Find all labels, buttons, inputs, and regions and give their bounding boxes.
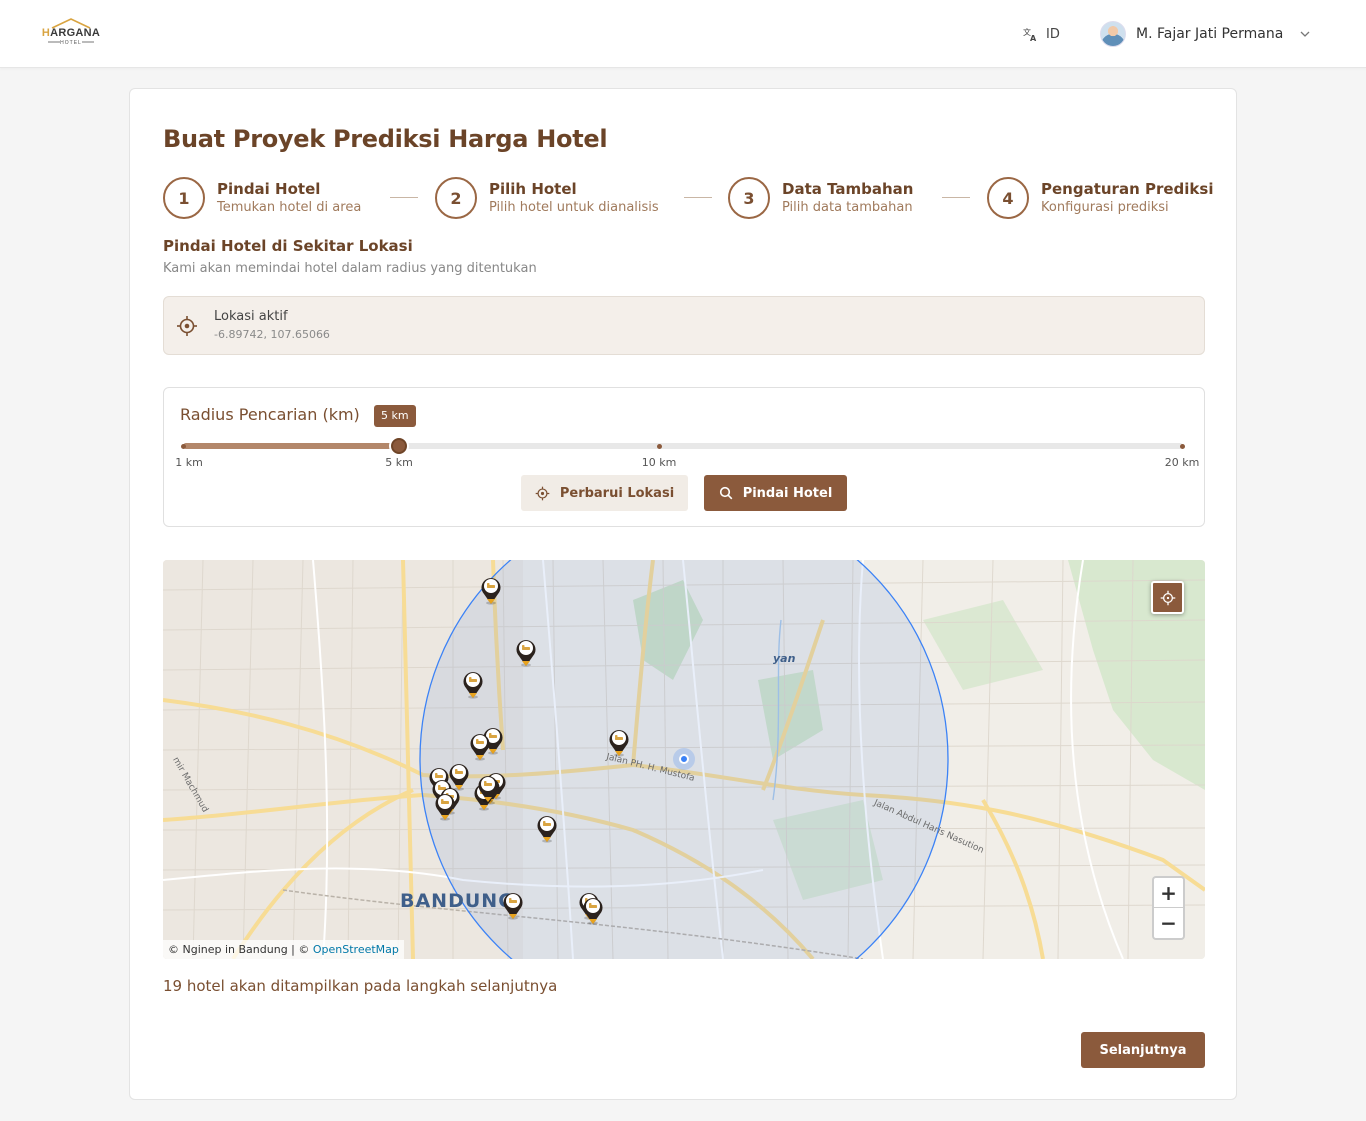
crosshair-icon: [177, 316, 197, 336]
hotel-marker[interactable]: [480, 575, 502, 605]
scan-hotels-label: Pindai Hotel: [742, 485, 833, 501]
step-subtitle: Pilih hotel untuk dianalisis: [489, 200, 659, 215]
language-label: ID: [1046, 26, 1060, 42]
hotel-marker[interactable]: [462, 669, 484, 699]
step-1: 1 Pindai Hotel Temukan hotel di area: [163, 177, 361, 219]
hotel-pin-icon: [463, 672, 483, 699]
svg-text:A: A: [1030, 34, 1037, 42]
hotel-marker[interactable]: [536, 813, 558, 843]
user-menu[interactable]: M. Fajar Jati Permana: [1100, 20, 1311, 48]
city-label: BANDUNG: [400, 890, 515, 912]
step-title: Pilih Hotel: [489, 180, 577, 198]
osm-link[interactable]: OpenStreetMap: [313, 943, 399, 956]
hotel-marker[interactable]: [434, 791, 456, 821]
language-switcher[interactable]: 文 A ID: [1022, 24, 1060, 44]
section-title: Pindai Hotel di Sekitar Lokasi: [163, 237, 413, 255]
step-4: 4 Pengaturan Prediksi Konfigurasi predik…: [987, 177, 1213, 219]
hotel-pin-icon: [609, 730, 629, 757]
logo-subtitle: HOTEL: [60, 40, 82, 46]
slider-tick[interactable]: [181, 444, 186, 449]
step-number: 4: [987, 177, 1029, 219]
step-title: Pengaturan Prediksi: [1041, 180, 1214, 198]
search-icon: [719, 486, 733, 500]
radius-panel: Radius Pencarian (km) 5 km Perbarui Loka…: [163, 387, 1205, 527]
step-connector: [390, 197, 418, 198]
location-coordinates: -6.89742, 107.65066: [214, 328, 330, 341]
hotel-marker[interactable]: [477, 773, 499, 803]
hotel-pin-icon: [583, 898, 603, 925]
hotel-pin-icon: [481, 578, 501, 605]
hotel-map[interactable]: Jalan PH. H. Mustofa Jalan Abdul Haris N…: [163, 560, 1205, 959]
step-2: 2 Pilih Hotel Pilih hotel untuk dianalis…: [435, 177, 659, 219]
hargana-logo[interactable]: HARGANA HOTEL: [40, 18, 102, 48]
step-number: 1: [163, 177, 205, 219]
step-subtitle: Pilih data tambahan: [782, 200, 913, 215]
hotel-marker[interactable]: [502, 890, 524, 920]
section-subtitle: Kami akan memindai hotel dalam radius ya…: [163, 261, 537, 276]
step-title: Data Tambahan: [782, 180, 914, 198]
hotel-pin-icon: [478, 776, 498, 803]
locate-me-button[interactable]: [1151, 581, 1184, 614]
hotel-marker[interactable]: [608, 727, 630, 757]
crosshair-icon: [535, 486, 550, 500]
step-connector: [942, 197, 970, 198]
hotel-marker[interactable]: [582, 895, 604, 925]
map-attribution: © Nginep in Bandung | © OpenStreetMap: [163, 940, 404, 959]
attribution-text: © Nginep in Bandung | ©: [168, 943, 313, 956]
slider-tick-label: 20 km: [1164, 456, 1200, 469]
slider-tick[interactable]: [1180, 444, 1185, 449]
avatar: [1100, 21, 1126, 47]
radius-label: Radius Pencarian (km): [180, 405, 360, 424]
refresh-location-button[interactable]: Perbarui Lokasi: [521, 475, 688, 511]
zoom-out-button[interactable]: −: [1154, 908, 1183, 938]
radius-slider-thumb[interactable]: [391, 438, 407, 454]
slider-tick-label: 1 km: [175, 456, 203, 469]
refresh-location-label: Perbarui Lokasi: [559, 485, 675, 501]
hotel-marker[interactable]: [469, 731, 491, 761]
hotel-pin-icon: [537, 816, 557, 843]
area-label: yan: [773, 652, 796, 665]
logo-wordmark: HARGANA: [41, 27, 101, 39]
step-connector: [684, 197, 712, 198]
location-label: Lokasi aktif: [214, 309, 288, 324]
active-location-box: Lokasi aktif -6.89742, 107.65066: [163, 296, 1205, 355]
project-card: Buat Proyek Prediksi Harga Hotel 1 Pinda…: [129, 88, 1237, 1100]
hotel-pin-icon: [503, 893, 523, 920]
radius-value-badge: 5 km: [374, 405, 416, 427]
radius-slider[interactable]: [181, 438, 1185, 454]
slider-tick-label: 5 km: [385, 456, 413, 469]
user-name: M. Fajar Jati Permana: [1136, 26, 1284, 42]
hotel-pin-icon: [516, 640, 536, 667]
page-title: Buat Proyek Prediksi Harga Hotel: [163, 125, 608, 153]
crosshair-icon: [1160, 590, 1175, 605]
scan-hotels-button[interactable]: Pindai Hotel: [704, 475, 847, 511]
top-bar: HARGANA HOTEL 文 A ID M. Fajar Jati Perma…: [0, 0, 1366, 68]
step-title: Pindai Hotel: [217, 180, 321, 198]
translate-icon: 文 A: [1023, 27, 1037, 42]
step-subtitle: Konfigurasi prediksi: [1041, 200, 1169, 215]
zoom-in-button[interactable]: +: [1154, 878, 1183, 908]
zoom-control: + −: [1152, 876, 1185, 940]
current-location-marker: [673, 748, 695, 770]
hotel-pin-icon: [470, 734, 490, 761]
chevron-down-icon: [1300, 31, 1310, 37]
hotel-count-summary: 19 hotel akan ditampilkan pada langkah s…: [163, 977, 558, 995]
step-3: 3 Data Tambahan Pilih data tambahan: [728, 177, 913, 219]
hotel-marker[interactable]: [515, 637, 537, 667]
step-subtitle: Temukan hotel di area: [217, 200, 362, 215]
step-number: 2: [435, 177, 477, 219]
slider-tick-label: 10 km: [641, 456, 677, 469]
hotel-pin-icon: [435, 794, 455, 821]
step-number: 3: [728, 177, 770, 219]
slider-tick[interactable]: [657, 444, 662, 449]
next-button[interactable]: Selanjutnya: [1081, 1032, 1205, 1068]
radius-slider-fill: [183, 443, 399, 449]
